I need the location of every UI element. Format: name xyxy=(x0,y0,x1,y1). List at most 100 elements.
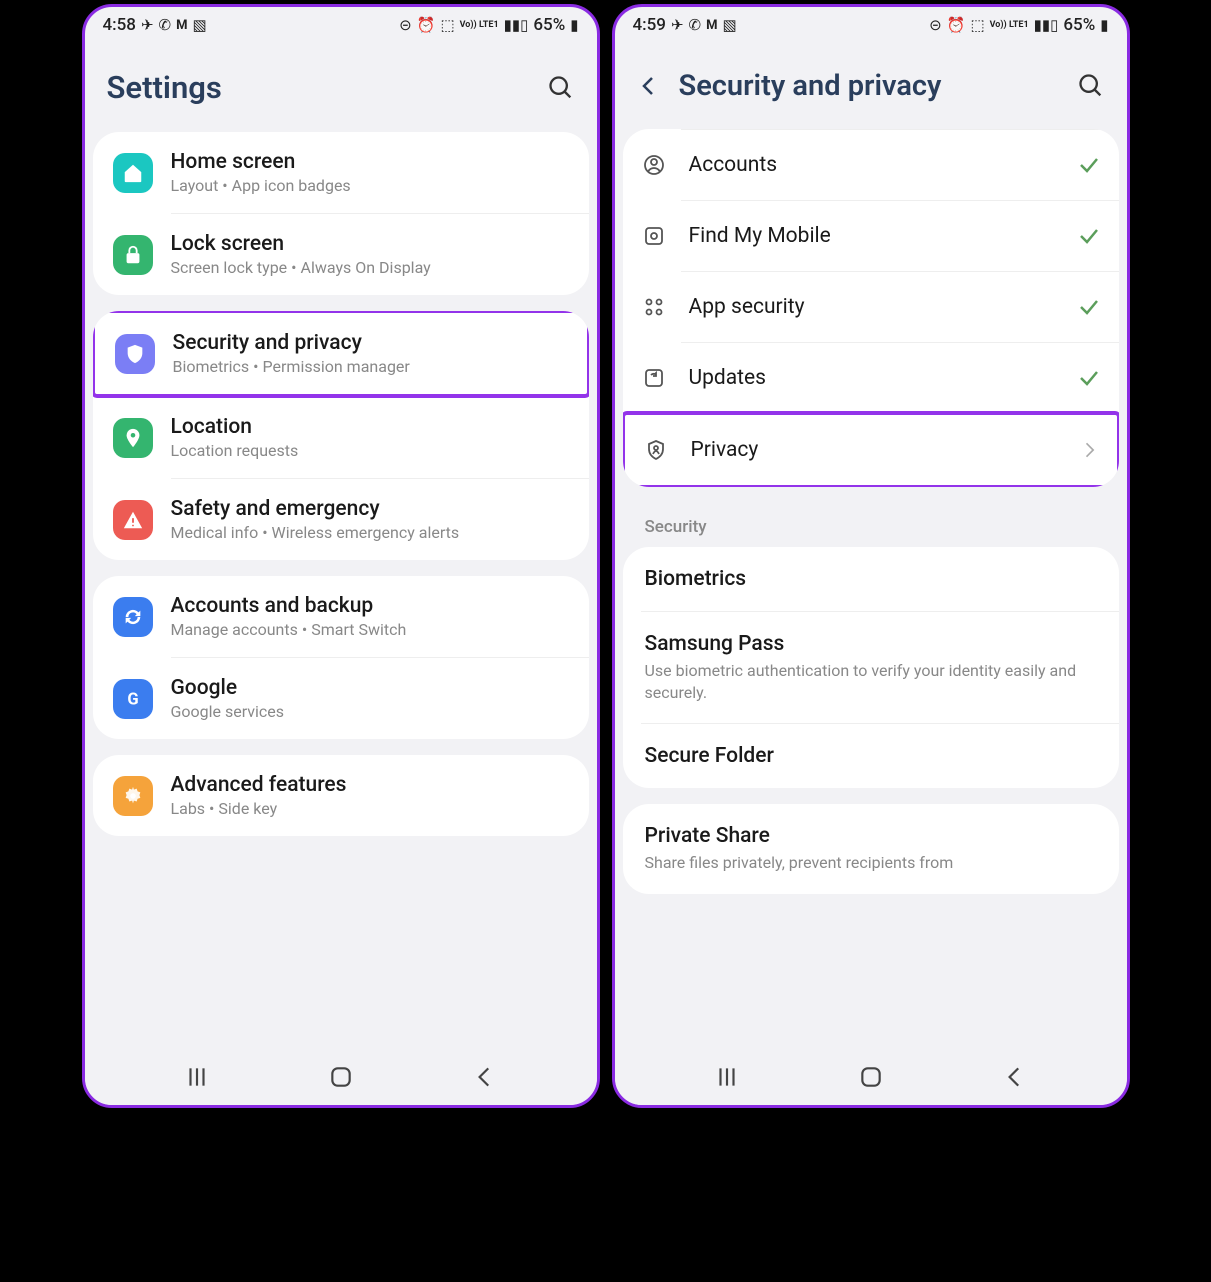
dashboard-row-find-my-mobile[interactable]: Find My Mobile xyxy=(623,201,1119,271)
row-title: App security xyxy=(689,295,1055,319)
row-text: Home screen Layout • App icon badges xyxy=(171,150,569,195)
svg-text:G: G xyxy=(127,690,138,709)
telegram-icon: ✈ xyxy=(671,18,684,33)
phone-settings: 4:58 ✈ ✆ M ▧ ⊝ ⏰ ⬚ Vo)) LTE1 ▮▮▯ 65% ▮ S… xyxy=(82,4,600,1108)
phone-security: 4:59 ✈ ✆ M ▧ ⊝ ⏰ ⬚ Vo)) LTE1 ▮▮▯ 65% ▮ S… xyxy=(612,4,1130,1108)
dashboard-card: Accounts Find My Mobile App security Upd… xyxy=(623,129,1119,487)
row-subtitle: Use biometric authentication to verify y… xyxy=(645,660,1097,703)
row-title: Accounts and backup xyxy=(171,594,569,618)
header: Security and privacy xyxy=(615,39,1127,129)
row-text: Advanced features Labs • Side key xyxy=(171,773,569,818)
status-time: 4:59 xyxy=(633,15,666,35)
priv-icon xyxy=(643,437,669,463)
status-bar: 4:58 ✈ ✆ M ▧ ⊝ ⏰ ⬚ Vo)) LTE1 ▮▮▯ 65% ▮ xyxy=(85,7,597,39)
row-text: Safety and emergency Medical info • Wire… xyxy=(171,497,569,542)
whatsapp-icon: ✆ xyxy=(159,18,172,33)
home-button[interactable] xyxy=(328,1064,354,1090)
settings-row-safety-and-emergency[interactable]: Safety and emergency Medical info • Wire… xyxy=(93,479,589,560)
battery-percent: 65% xyxy=(1063,15,1095,35)
search-icon[interactable] xyxy=(547,74,575,102)
row-title: Google xyxy=(171,676,569,700)
lte-icon: Vo)) LTE1 xyxy=(990,21,1029,30)
dashboard-row-updates[interactable]: Updates xyxy=(623,343,1119,413)
alarm-icon: ⏰ xyxy=(947,18,966,33)
settings-row-location[interactable]: Location Location requests xyxy=(93,397,589,478)
back-button[interactable] xyxy=(472,1064,498,1090)
nav-bar xyxy=(85,1049,597,1105)
locate-icon xyxy=(641,223,667,249)
dashboard-row-accounts[interactable]: Accounts xyxy=(623,130,1119,200)
row-title: Biometrics xyxy=(645,567,1097,591)
row-title: Private Share xyxy=(645,824,1097,848)
recents-button[interactable] xyxy=(714,1064,740,1090)
signal-icon: ▮▮▯ xyxy=(504,18,529,33)
wifi-icon: ⬚ xyxy=(970,18,984,33)
lock-icon xyxy=(113,235,153,275)
row-title: Safety and emergency xyxy=(171,497,569,521)
settings-row-security-and-privacy[interactable]: Security and privacy Biometrics • Permis… xyxy=(93,311,589,398)
alert-icon xyxy=(113,500,153,540)
lte-icon: Vo)) LTE1 xyxy=(460,21,499,30)
settings-card: Advanced features Labs • Side key xyxy=(93,755,589,836)
shield-icon xyxy=(115,334,155,374)
battery-percent: 65% xyxy=(533,15,565,35)
row-title: Accounts xyxy=(689,153,1055,177)
user-icon xyxy=(641,152,667,178)
dashboard-row-app-security[interactable]: App security xyxy=(623,272,1119,342)
battery-icon: ▮ xyxy=(570,18,578,33)
row-title: Home screen xyxy=(171,150,569,174)
share-row-private-share[interactable]: Private Share Share files privately, prev… xyxy=(623,804,1119,894)
status-time: 4:58 xyxy=(103,15,136,35)
dnd-icon: ⊝ xyxy=(929,18,942,33)
gmail-icon: M xyxy=(706,19,717,32)
status-bar: 4:59 ✈ ✆ M ▧ ⊝ ⏰ ⬚ Vo)) LTE1 ▮▮▯ 65% ▮ xyxy=(615,7,1127,39)
header: Settings xyxy=(85,39,597,132)
row-title: Samsung Pass xyxy=(645,632,1097,656)
row-title: Advanced features xyxy=(171,773,569,797)
row-title: Lock screen xyxy=(171,232,569,256)
alarm-icon: ⏰ xyxy=(417,18,436,33)
row-text: Lock screen Screen lock type • Always On… xyxy=(171,232,569,277)
row-text: Accounts and backup Manage accounts • Sm… xyxy=(171,594,569,639)
signal-icon: ▮▮▯ xyxy=(1034,18,1059,33)
settings-row-accounts-and-backup[interactable]: Accounts and backup Manage accounts • Sm… xyxy=(93,576,589,657)
dnd-icon: ⊝ xyxy=(399,18,412,33)
home-button[interactable] xyxy=(858,1064,884,1090)
page-title: Settings xyxy=(107,69,529,106)
row-text: Location Location requests xyxy=(171,415,569,460)
sync-icon xyxy=(113,597,153,637)
search-icon[interactable] xyxy=(1077,72,1105,100)
recents-button[interactable] xyxy=(184,1064,210,1090)
check-icon xyxy=(1077,224,1101,248)
row-subtitle: Manage accounts • Smart Switch xyxy=(171,620,569,639)
settings-card: Security and privacy Biometrics • Permis… xyxy=(93,311,589,560)
gallery-icon: ▧ xyxy=(193,18,207,33)
row-subtitle: Google services xyxy=(171,702,569,721)
gallery-icon: ▧ xyxy=(723,18,737,33)
settings-row-advanced-features[interactable]: Advanced features Labs • Side key xyxy=(93,755,589,836)
settings-row-home-screen[interactable]: Home screen Layout • App icon badges xyxy=(93,132,589,213)
gmail-icon: M xyxy=(176,19,187,32)
gear-icon xyxy=(113,776,153,816)
whatsapp-icon: ✆ xyxy=(689,18,702,33)
back-icon[interactable] xyxy=(637,74,661,98)
settings-row-lock-screen[interactable]: Lock screen Screen lock type • Always On… xyxy=(93,214,589,295)
row-title: Security and privacy xyxy=(173,331,567,355)
security-row-biometrics[interactable]: Biometrics xyxy=(623,547,1119,611)
row-title: Secure Folder xyxy=(645,744,1097,768)
security-row-samsung-pass[interactable]: Samsung Pass Use biometric authentication… xyxy=(623,612,1119,723)
settings-row-google[interactable]: G Google Google services xyxy=(93,658,589,739)
row-subtitle: Location requests xyxy=(171,441,569,460)
page-title: Security and privacy xyxy=(679,69,1059,103)
back-button[interactable] xyxy=(1002,1064,1028,1090)
row-subtitle: Labs • Side key xyxy=(171,799,569,818)
dashboard-row-privacy[interactable]: Privacy xyxy=(623,411,1119,487)
pin-icon xyxy=(113,418,153,458)
nav-bar xyxy=(615,1049,1127,1105)
share-card: Private Share Share files privately, prev… xyxy=(623,804,1119,894)
chevron-right-icon xyxy=(1079,440,1099,460)
row-subtitle: Medical info • Wireless emergency alerts xyxy=(171,523,569,542)
security-row-secure-folder[interactable]: Secure Folder xyxy=(623,724,1119,788)
row-subtitle: Share files privately, prevent recipient… xyxy=(645,852,1097,874)
row-subtitle: Screen lock type • Always On Display xyxy=(171,258,569,277)
